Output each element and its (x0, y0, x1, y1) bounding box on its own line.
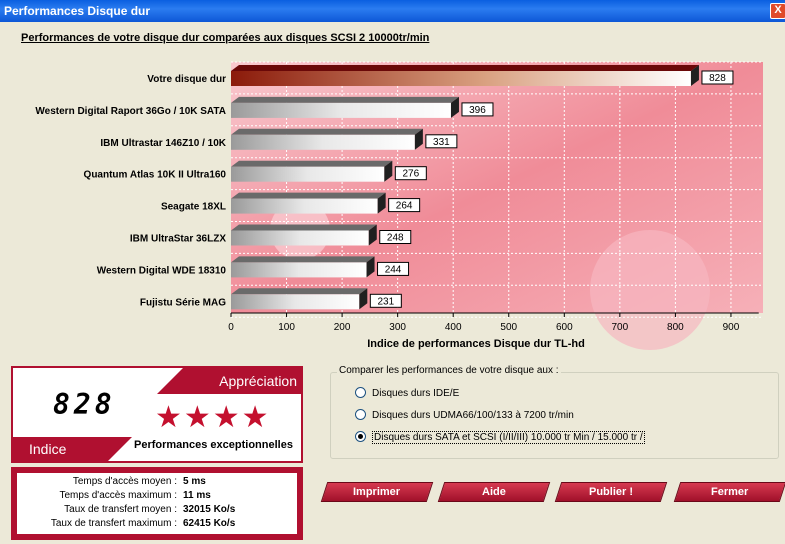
close-button[interactable]: Fermer (673, 482, 785, 502)
chart-heading: Performances de votre disque dur comparé… (21, 32, 430, 44)
performance-chart: 0 100 200 300 400 500 600 700 800 900 Indice de pe… (35, 61, 763, 350)
bar-top-face (231, 128, 423, 135)
bar (231, 262, 367, 278)
stat-value: 11 ms (183, 490, 211, 501)
stat-value: 62415 Ko/s (183, 518, 236, 529)
indice-panel: Appréciation 828 ★★★★ Performances excep… (11, 366, 303, 463)
publish-label: Publier ! (588, 486, 633, 498)
help-label: Aide (482, 486, 506, 498)
bar (231, 166, 385, 182)
compare-legend: Comparer les performances de votre disqu… (337, 365, 561, 376)
value-label: 276 (402, 169, 419, 180)
radio-indicator[interactable] (355, 387, 366, 398)
radio-indicator[interactable] (355, 431, 366, 442)
indice-score: 828 (53, 388, 116, 421)
stats-panel: Temps d'accès moyen :5 ms Temps d'accès m… (11, 467, 303, 540)
category-label: Western Digital Raport 36Go / 10K SATA (35, 106, 226, 117)
value-label: 396 (469, 105, 486, 116)
x-axis-label: Indice de performances Disque dur TL-hd (367, 338, 585, 350)
appreciation-label: Appréciation (219, 373, 297, 389)
value-label: 828 (709, 73, 726, 84)
radio-udma[interactable]: Disques durs UDMA66/100/133 à 7200 tr/mi… (355, 409, 574, 422)
bar-top-face (231, 96, 459, 103)
x-tick-label: 600 (556, 322, 573, 333)
x-tick-label: 900 (723, 322, 740, 333)
x-tick-label: 500 (500, 322, 517, 333)
stat-row: Temps d'accès maximum : 11 ms (17, 490, 297, 503)
rating-stars: ★★★★ (155, 401, 271, 434)
bar-top-face (231, 256, 375, 263)
x-tick-label: 800 (667, 322, 684, 333)
x-tick-label: 100 (278, 322, 295, 333)
stat-row: Taux de transfert maximum : 62415 Ko/s (17, 518, 297, 531)
radio-label: Disques durs IDE/E (372, 388, 460, 400)
x-tick-label: 700 (612, 322, 629, 333)
stat-label: Temps d'accès moyen : (72, 476, 177, 487)
category-label: Quantum Atlas 10K II Ultra160 (84, 170, 227, 181)
plot-decoration (590, 230, 710, 350)
radio-indicator[interactable] (355, 409, 366, 420)
window-title: Performances Disque dur (4, 4, 151, 18)
bar (231, 294, 360, 310)
stat-row: Taux de transfert moyen : 32015 Ko/s (17, 504, 297, 517)
value-label: 244 (385, 264, 402, 275)
value-label: 264 (396, 201, 413, 212)
value-label: 248 (387, 233, 404, 244)
bar (231, 71, 691, 86)
category-label: Fujistu Série MAG (140, 297, 226, 308)
stat-value: 32015 Ko/s (183, 504, 236, 515)
bar (231, 102, 451, 118)
x-tick-label: 300 (389, 322, 406, 333)
category-label: Seagate 18XL (161, 202, 226, 213)
category-label: Votre disque dur (147, 74, 226, 85)
radio-label: Disques durs UDMA66/100/133 à 7200 tr/mi… (372, 410, 574, 422)
value-label: 231 (377, 296, 394, 307)
close-window-button[interactable]: X (770, 3, 785, 19)
stat-label: Taux de transfert maximum : (50, 518, 177, 529)
bar-top-face (231, 65, 699, 71)
bar (231, 198, 378, 214)
print-label: Imprimer (353, 486, 401, 498)
title-bar: Performances Disque dur X (0, 0, 785, 22)
close-label: Fermer (711, 486, 749, 498)
bar (231, 134, 415, 150)
indice-band: Indice (13, 437, 132, 461)
bar-top-face (231, 160, 393, 167)
stat-label: Taux de transfert moyen : (64, 504, 177, 515)
appreciation-band: Appréciation (157, 368, 301, 394)
bar-top-face (231, 288, 368, 295)
stat-row: Temps d'accès moyen : 5 ms (17, 476, 297, 489)
rating-text: Performances exceptionnelles (134, 439, 293, 451)
value-label: 331 (433, 137, 450, 148)
radio-ide[interactable]: Disques durs IDE/E (355, 387, 460, 400)
help-button[interactable]: Aide (437, 482, 551, 502)
bar-top-face (231, 192, 386, 199)
category-label: IBM Ultrastar 146Z10 / 10K (100, 138, 226, 149)
x-tick-label: 0 (228, 322, 234, 333)
category-label: IBM UltraStar 36LZX (130, 234, 226, 245)
stat-value: 5 ms (183, 476, 206, 487)
x-tick-label: 200 (334, 322, 351, 333)
radio-label: Disques durs SATA et SCSI (I/II/III) 10.… (372, 431, 645, 445)
print-button[interactable]: Imprimer (320, 482, 434, 502)
radio-sata-scsi[interactable]: Disques durs SATA et SCSI (I/II/III) 10.… (355, 431, 645, 445)
compare-group: Comparer les performances de votre disqu… (330, 365, 779, 459)
indice-label: Indice (29, 441, 67, 457)
bar (231, 230, 369, 246)
category-label: Western Digital WDE 18310 (97, 265, 227, 276)
stat-label: Temps d'accès maximum : (59, 490, 178, 501)
publish-button[interactable]: Publier ! (554, 482, 668, 502)
bar-top-face (231, 224, 377, 231)
x-tick-label: 400 (445, 322, 462, 333)
